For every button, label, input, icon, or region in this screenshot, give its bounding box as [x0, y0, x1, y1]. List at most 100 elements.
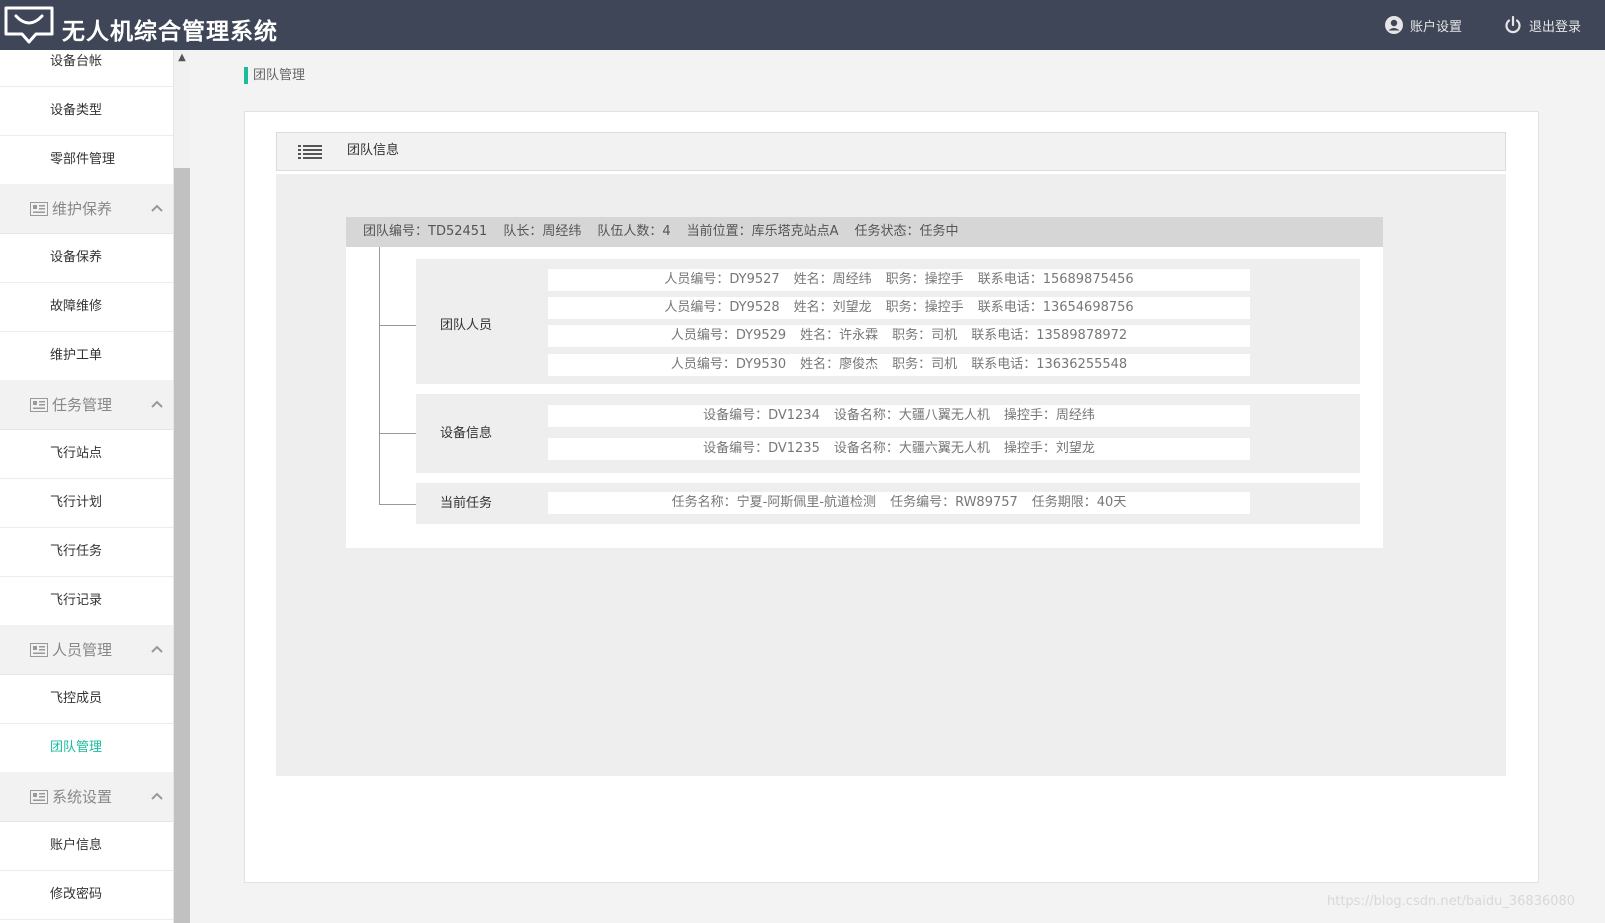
- sidebar-scrollbar-thumb[interactable]: [174, 168, 190, 923]
- watermark: https://blog.csdn.net/baidu_36836080: [1327, 894, 1576, 909]
- sidebar-item-label: 修改密码: [50, 887, 103, 902]
- sidebar-item[interactable]: 零部件管理: [0, 135, 173, 185]
- power-icon: [1505, 15, 1521, 34]
- sidebar-group[interactable]: 任务管理: [0, 380, 173, 430]
- chevron-up-icon[interactable]: [150, 203, 164, 213]
- account-settings-button[interactable]: 账户设置: [1384, 14, 1462, 36]
- row-field: 姓名：刘望龙: [793, 300, 872, 315]
- sidebar-group[interactable]: 维护保养: [0, 184, 173, 234]
- row-field: 姓名：周经纬: [793, 272, 872, 287]
- row-field: 任务期限：40天: [1031, 495, 1127, 510]
- sidebar-group-label: 任务管理: [52, 396, 113, 414]
- chevron-up-icon[interactable]: [150, 791, 164, 801]
- top-header: 无人机综合管理系统 账户设置 退出登录: [0, 0, 1605, 50]
- sidebar-item-label: 设备类型: [50, 103, 103, 118]
- panel-header: [276, 132, 1506, 171]
- row-field: 设备编号：DV1234: [703, 408, 820, 423]
- row-field: 设备名称：大疆六翼无人机: [833, 441, 990, 456]
- sidebar-item[interactable]: 故障维修: [0, 282, 173, 332]
- device-row: 设备编号：DV1234 设备名称：大疆八翼无人机 操控手：周经纬: [548, 405, 1250, 427]
- row-field: 联系电话：13589878972: [971, 328, 1128, 343]
- chevron-up-icon[interactable]: [150, 644, 164, 654]
- sidebar-item[interactable]: 设备台帐: [0, 50, 173, 87]
- chevron-up-icon[interactable]: [150, 399, 164, 409]
- row-field: 设备名称：大疆八翼无人机: [833, 408, 990, 423]
- sidebar-item-label: 飞控成员: [50, 691, 103, 706]
- sidebar-item-label: 维护工单: [50, 348, 103, 363]
- sidebar-group[interactable]: 系统设置: [0, 772, 173, 822]
- sidebar-item-label: 飞行计划: [50, 495, 103, 510]
- sidebar: 设备台帐设备类型零部件管理维护保养设备保养故障维修维护工单任务管理飞行站点飞行计…: [0, 50, 174, 923]
- sidebar-item[interactable]: 维护工单: [0, 331, 173, 381]
- sidebar-item-label: 飞行任务: [50, 544, 103, 559]
- team-field: 团队编号：TD52451: [363, 224, 488, 239]
- logout-button[interactable]: 退出登录: [1503, 14, 1581, 36]
- team-field: 当前位置：库乐塔克站点A: [686, 224, 839, 239]
- sidebar-item[interactable]: 设备类型: [0, 86, 173, 136]
- group-icon: [30, 790, 48, 804]
- row-field: 联系电话：15689875456: [977, 272, 1134, 287]
- list-icon: [298, 145, 322, 159]
- row-field: 联系电话：13636255548: [971, 357, 1128, 372]
- devices-label: 设备信息: [440, 426, 493, 441]
- sidebar-group[interactable]: 人员管理: [0, 625, 173, 675]
- sidebar-group-label: 维护保养: [52, 200, 113, 218]
- sidebar-item[interactable]: 团队管理: [0, 723, 173, 773]
- sidebar-group-label: 人员管理: [52, 641, 113, 659]
- team-field: 任务状态：任务中: [854, 224, 959, 239]
- row-field: 姓名：廖俊杰: [800, 357, 879, 372]
- sidebar-item[interactable]: 设备保养: [0, 233, 173, 283]
- logo-icon: [4, 6, 54, 44]
- sidebar-item[interactable]: 飞行任务: [0, 527, 173, 577]
- tree-branch: [379, 325, 416, 326]
- sidebar-item[interactable]: 飞行计划: [0, 478, 173, 528]
- task-row: 任务名称：宁夏-阿斯佩里-航道检测 任务编号：RW89757 任务期限：40天: [548, 492, 1250, 514]
- sidebar-item[interactable]: 飞控成员: [0, 674, 173, 724]
- task-label: 当前任务: [440, 496, 493, 511]
- row-field: 人员编号：DY9527: [664, 272, 780, 287]
- device-row: 设备编号：DV1235 设备名称：大疆六翼无人机 操控手：刘望龙: [548, 438, 1250, 460]
- sidebar-item-label: 团队管理: [50, 740, 103, 755]
- sidebar-group-label: 系统设置: [52, 788, 113, 806]
- sidebar-item[interactable]: 飞行站点: [0, 429, 173, 479]
- group-icon: [30, 398, 48, 412]
- team-field: 队长：周经纬: [503, 224, 582, 239]
- sidebar-item[interactable]: 修改密码: [0, 870, 173, 920]
- member-row: 人员编号：DY9529 姓名：许永霖 职务：司机 联系电话：13589878972: [548, 325, 1250, 347]
- sidebar-item-label: 飞行记录: [50, 593, 103, 608]
- member-row: 人员编号：DY9528 姓名：刘望龙 职务：操控手 联系电话：13654698756: [548, 297, 1250, 319]
- row-field: 任务名称：宁夏-阿斯佩里-航道检测: [671, 495, 877, 510]
- members-label: 团队人员: [440, 318, 493, 333]
- member-row: 人员编号：DY9530 姓名：廖俊杰 职务：司机 联系电话：13636255548: [548, 354, 1250, 376]
- row-field: 操控手：周经纬: [1003, 408, 1095, 423]
- team-summary-bar: 团队编号：TD52451 队长：周经纬 队伍人数：4 当前位置：库乐塔克站点A 任务状态…: [346, 217, 1383, 247]
- sidebar-item-label: 零部件管理: [50, 152, 116, 167]
- panel-title: 团队信息: [347, 143, 400, 158]
- row-field: 任务编号：RW89757: [890, 495, 1018, 510]
- sidebar-item-label: 设备保养: [50, 250, 103, 265]
- row-field: 人员编号：DY9530: [670, 357, 787, 372]
- sidebar-item-label: 飞行站点: [50, 446, 103, 461]
- user-icon: [1385, 16, 1403, 34]
- scroll-up-arrow[interactable]: ▲: [176, 52, 188, 64]
- row-field: 职务：司机: [892, 357, 958, 372]
- team-field: 队伍人数：4: [597, 224, 671, 239]
- sidebar-item[interactable]: 飞行记录: [0, 576, 173, 626]
- logout-label: 退出登录: [1529, 19, 1582, 35]
- sidebar-item[interactable]: 账户信息: [0, 821, 173, 871]
- tree-branch: [379, 504, 416, 505]
- row-field: 职务：司机: [892, 328, 958, 343]
- breadcrumb: 团队管理: [253, 68, 306, 83]
- row-field: 职务：操控手: [885, 272, 964, 287]
- group-icon: [30, 202, 48, 216]
- sidebar-item-label: 账户信息: [50, 838, 103, 853]
- sidebar-item-label: 设备台帐: [50, 54, 103, 69]
- row-field: 设备编号：DV1235: [703, 441, 820, 456]
- row-field: 联系电话：13654698756: [977, 300, 1134, 315]
- account-settings-label: 账户设置: [1410, 19, 1463, 35]
- row-field: 职务：操控手: [885, 300, 964, 315]
- row-field: 人员编号：DY9528: [664, 300, 780, 315]
- tree-line: [379, 247, 380, 505]
- group-icon: [30, 643, 48, 657]
- tree-branch: [379, 433, 416, 434]
